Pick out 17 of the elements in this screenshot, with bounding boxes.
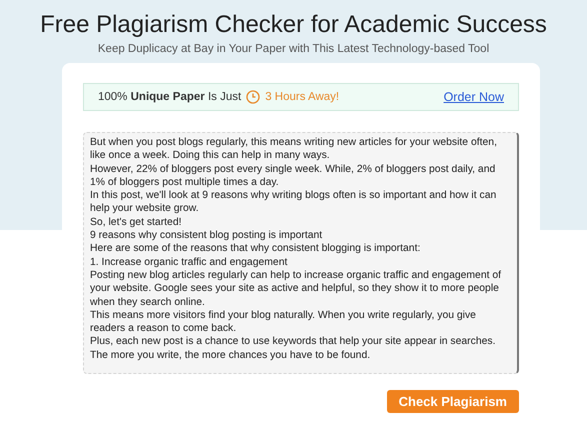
paragraph: However, 22% of bloggers post every single week. While, 2% of bloggers post daily, and 1% of bloggers post multiple times a day. — [90, 162, 496, 190]
order-now-link[interactable]: Order Now — [444, 90, 504, 104]
clock-icon — [246, 90, 260, 104]
paragraph: This means more visitors find your blog naturally. When you write regularly, you give readers a reason to come back. — [90, 308, 477, 336]
page-subtitle: Keep Duplicacy at Bay in Your Paper with This Latest Technology-based Tool — [96, 43, 490, 55]
page-title: Free Plagiarism Checker for Academic Success — [39, 10, 548, 40]
paragraph: Here are some of the reasons that why consistent blogging is important: — [90, 242, 422, 256]
paragraph: So, let's get started! — [90, 216, 183, 230]
paragraph: Posting new blog articles regularly can help to increase organic traffic and engagement of your website. Google sees your site as active and helpful, so they show it to more people when they search online. — [90, 268, 502, 309]
promo-highlight: 3 Hours Away! — [265, 91, 340, 103]
paragraph: But when you post blogs regularly, this means writing new articles for your website often, like once a week. Doing this can help in many ways. — [90, 136, 498, 163]
paragraph: In this post, we'll look at 9 reasons why writing blogs often is so important and how it can help your website grow. — [90, 189, 498, 216]
paragraph: Plus, each new post is a chance to use keywords that help your site appear in searches. The more you write, the more chances you have to be found. — [90, 335, 496, 362]
text-input-area[interactable] — [83, 132, 519, 374]
paragraph: 1. Increase organic traffic and engagement — [90, 256, 288, 269]
promo-text: 100% Unique Paper Is Just — [98, 91, 242, 103]
paragraph: 9 reasons why consistent blog posting is important — [90, 229, 324, 242]
